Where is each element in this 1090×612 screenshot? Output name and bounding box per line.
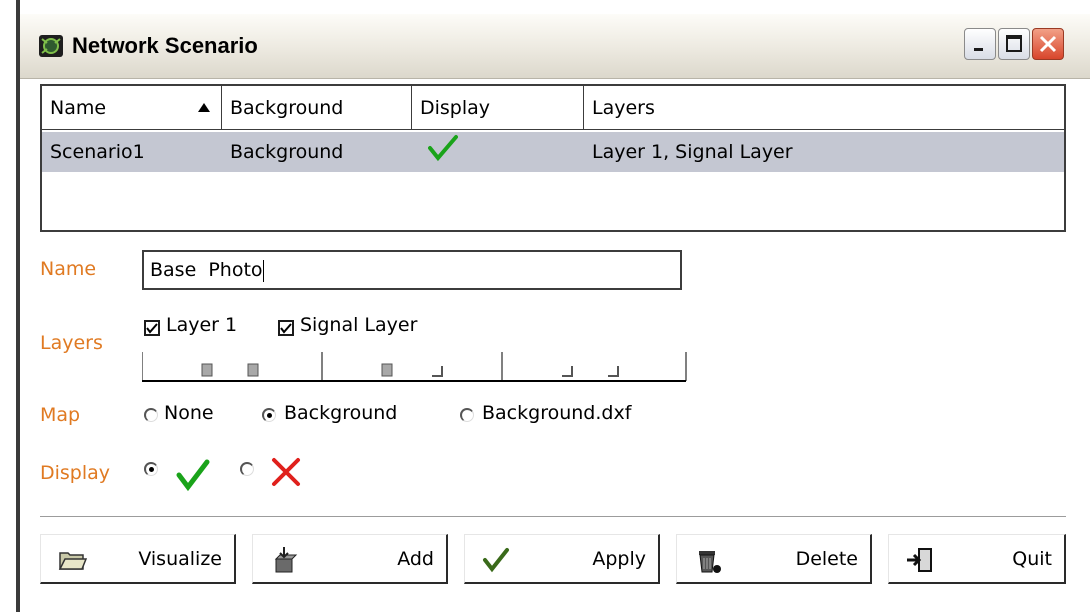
map-none-label: None [164,402,214,424]
window-title: Network Scenario [72,33,258,58]
table-row[interactable]: Scenario1 Background Layer 1, Signal Lay… [42,132,1064,172]
layer-1-checkbox[interactable] [144,320,160,336]
display-label: Display [40,462,111,484]
cell-name: Scenario1 [50,141,145,163]
app-icon [39,35,63,57]
column-header-name[interactable]: Name [42,86,222,130]
checkmark-icon [483,548,509,573]
signal-layer-label: Signal Layer [300,314,418,336]
layer-slider-track[interactable] [142,348,688,382]
minimize-icon [974,48,983,51]
text-cursor [262,259,264,282]
exit-door-icon [907,548,932,572]
close-button[interactable] [1032,28,1064,60]
delete-button[interactable]: Delete [676,534,872,584]
scenario-table: Name Background Display Layers Scenario1… [40,84,1066,232]
map-background-radio[interactable] [262,408,276,422]
table-header: Name Background Display Layers [42,86,1064,130]
layers-label: Layers [40,332,103,354]
visualize-button[interactable]: Visualize [40,534,236,584]
quit-button[interactable]: Quit [888,534,1066,584]
red-x-icon [272,458,300,486]
layer-1-label: Layer 1 [166,314,238,336]
map-label: Map [40,404,81,426]
sort-ascending-icon [198,103,210,112]
folder-open-icon [58,552,87,570]
cell-layers: Layer 1, Signal Layer [592,141,793,163]
maximize-button[interactable] [998,28,1030,60]
column-header-background[interactable]: Background [222,86,412,130]
add-button[interactable]: Add [252,534,448,584]
column-header-layers[interactable]: Layers [584,86,1064,130]
add-box-icon [274,547,298,573]
cell-display [420,134,458,174]
apply-button[interactable]: Apply [464,534,660,584]
name-label: Name [40,258,97,280]
map-background-label: Background [284,402,398,424]
network-scenario-window: Network Scenario Name Background Display… [16,0,1090,612]
separator [40,516,1066,518]
close-icon [1039,35,1057,53]
checkmark-icon [280,323,292,334]
green-check-icon [428,135,458,162]
checkmark-icon [146,323,158,334]
map-background-dxf-radio[interactable] [460,408,474,422]
map-none-radio[interactable] [144,408,158,422]
minimize-button[interactable] [964,28,996,60]
title-bar[interactable]: Network Scenario [20,14,1090,79]
display-off-radio[interactable] [240,462,254,476]
trash-can-icon [699,551,721,573]
column-header-display[interactable]: Display [412,86,584,130]
map-background-dxf-label: Background.dxf [482,402,632,424]
display-on-radio[interactable] [144,462,158,476]
green-check-icon [176,459,210,492]
name-input[interactable]: Base Photo [142,250,682,290]
cell-background: Background [230,141,344,163]
signal-layer-checkbox[interactable] [278,320,294,336]
maximize-icon [1006,35,1022,52]
